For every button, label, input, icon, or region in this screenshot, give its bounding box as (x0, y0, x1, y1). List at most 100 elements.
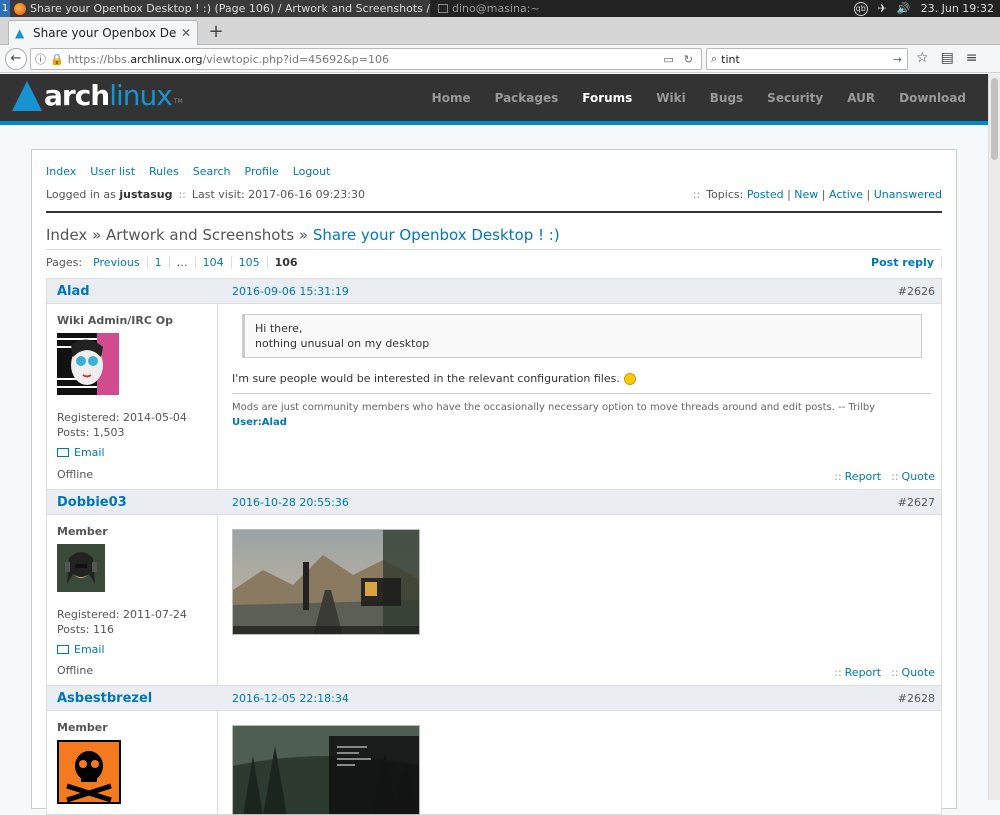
page-ellipsis: … (170, 256, 196, 269)
menu-user-list[interactable]: User list (90, 165, 135, 178)
bookmark-star-icon[interactable]: ☆ (916, 50, 929, 66)
clock: 23. Jun 19:32 (920, 2, 994, 15)
smiley-icon (623, 372, 636, 385)
email-link[interactable]: Email (57, 643, 207, 656)
search-input[interactable]: ⌕ tint → (706, 48, 908, 70)
reload-icon[interactable]: ↻ (684, 53, 693, 66)
signature-link[interactable]: User:Alad (232, 417, 287, 428)
workspace-indicator[interactable]: 1 (0, 0, 10, 17)
signature-text: Mods are just community members who have… (232, 402, 876, 413)
search-icon: ⌕ (711, 52, 718, 65)
pages-label: Pages: (46, 256, 83, 269)
system-tray: qb ✈ 🔊 23. Jun 19:32 (853, 1, 1000, 16)
nav-download[interactable]: Download (899, 91, 966, 105)
post: Asbestbrezel 2016-12-05 22:18:34 #2628 M… (46, 685, 942, 815)
crumb-topic[interactable]: Share your Openbox Desktop ! :) (313, 226, 560, 244)
email-label: Email (74, 643, 105, 656)
menu-search[interactable]: Search (193, 165, 231, 178)
quote-line-1: Hi there, (255, 322, 303, 335)
menu-icon[interactable]: ≡ (966, 50, 978, 66)
reading-list-icon[interactable]: ▤ (941, 50, 954, 66)
user-title: Member (57, 721, 108, 734)
quote-link[interactable]: Quote (902, 470, 935, 483)
email-label: Email (74, 446, 105, 459)
taskbar-window-terminal[interactable]: dino@masina:~ (434, 0, 544, 17)
desktop-screenshot-thumbnail[interactable] (232, 725, 420, 815)
message-text: I'm sure people would be interested in t… (232, 372, 620, 385)
navigation-toolbar: ← ⓘ 🔒 https://bbs. archlinux.org/viewtopi… (0, 45, 1000, 73)
forum-container: Index User list Rules Search Profile Log… (31, 149, 957, 815)
post-author[interactable]: Alad (47, 284, 232, 299)
nav-forums[interactable]: Forums (582, 91, 632, 105)
search-go-icon[interactable]: → (893, 53, 907, 66)
close-tab-icon[interactable]: ✕ (181, 26, 191, 40)
crumb-index[interactable]: Index (46, 226, 87, 244)
post-date[interactable]: 2016-12-05 22:18:34 (232, 692, 349, 705)
page-104[interactable]: 104 (196, 256, 232, 269)
crumb-forum[interactable]: Artwork and Screenshots (106, 226, 294, 244)
scrollbar-thumb[interactable] (991, 78, 998, 160)
avatar (57, 544, 207, 595)
lock-icon: 🔒 (50, 52, 64, 66)
user-title: Wiki Admin/IRC Op (57, 314, 173, 327)
terminal-title: dino@masina:~ (452, 2, 540, 15)
post-date[interactable]: 2016-09-06 15:31:19 (232, 285, 349, 298)
topics-active-link[interactable]: Active (829, 188, 863, 201)
menu-index[interactable]: Index (46, 165, 76, 178)
post-count: Posts: 116 (57, 623, 114, 636)
online-status: Offline (57, 664, 94, 677)
topics-unanswered-link[interactable]: Unanswered (874, 188, 942, 201)
menu-profile[interactable]: Profile (245, 165, 279, 178)
url-bar[interactable]: ⓘ 🔒 https://bbs. archlinux.org/viewtopic.… (30, 48, 702, 70)
url-prefix: https://bbs. (67, 52, 131, 66)
report-link[interactable]: Report (845, 470, 881, 483)
info-icon[interactable]: ⓘ (35, 51, 46, 67)
topics-new-link[interactable]: New (794, 188, 818, 201)
qbittorrent-icon[interactable]: qb (853, 1, 868, 16)
email-link[interactable]: Email (57, 446, 207, 459)
reader-view-icon[interactable]: ▭ (663, 53, 673, 66)
volume-icon[interactable]: 🔊 (897, 2, 911, 15)
topics-label: Topics: (706, 188, 744, 201)
post-reply-link[interactable]: Post reply (864, 256, 942, 269)
back-button[interactable]: ← (5, 47, 27, 70)
forum-menu: Index User list Rules Search Profile Log… (46, 165, 330, 178)
topics-posted-link[interactable]: Posted (747, 188, 784, 201)
browser-tab[interactable]: ▲ Share your Openbox De ✕ (8, 20, 198, 45)
search-value: tint (721, 52, 740, 66)
signature: Mods are just community members who have… (232, 393, 931, 430)
page-1[interactable]: 1 (148, 256, 170, 269)
page-105[interactable]: 105 (232, 256, 268, 269)
nav-bugs[interactable]: Bugs (710, 91, 743, 105)
network-icon[interactable]: ✈ (878, 2, 887, 15)
post-author[interactable]: Asbestbrezel (47, 691, 232, 706)
report-link[interactable]: Report (845, 666, 881, 679)
nav-wiki[interactable]: Wiki (656, 91, 685, 105)
post: Alad 2016-09-06 15:31:19 #2626 Wiki Admi… (46, 278, 942, 490)
page-previous[interactable]: Previous (86, 256, 148, 269)
quote-link[interactable]: Quote (902, 666, 935, 679)
nav-aur[interactable]: AUR (847, 91, 875, 105)
nav-home[interactable]: Home (432, 91, 471, 105)
logo-tm: TM (173, 98, 183, 105)
post-number: #2628 (897, 691, 935, 705)
post-author[interactable]: Dobbie03 (47, 495, 232, 510)
page-scrollbar[interactable] (988, 74, 1000, 800)
menu-rules[interactable]: Rules (149, 165, 179, 178)
registered-date: Registered: 2014-05-04 (57, 411, 187, 424)
avatar (57, 333, 207, 398)
new-tab-button[interactable]: + (206, 21, 226, 42)
taskbar-window-firefox[interactable]: Share your Openbox Desktop ! :) (Page 10… (10, 0, 430, 17)
post-count: Posts: 1,503 (57, 426, 125, 439)
nav-packages[interactable]: Packages (495, 91, 559, 105)
username: justasug (119, 188, 173, 201)
quote-box: Hi there, nothing unusual on my desktop (242, 314, 922, 358)
menu-logout[interactable]: Logout (293, 165, 331, 178)
breadcrumb: Index » Artwork and Screenshots » Share … (46, 226, 942, 250)
welcome-bar: Logged in as justasug :: Last visit: 201… (46, 188, 942, 213)
pagination: Pages: Previous 1 … 104 105 106 Post rep… (46, 256, 942, 269)
nav-security[interactable]: Security (767, 91, 823, 105)
archlinux-logo[interactable]: arch linux TM (12, 81, 183, 111)
post-date[interactable]: 2016-10-28 20:55:36 (232, 496, 349, 509)
desktop-screenshot-thumbnail[interactable] (232, 529, 420, 635)
